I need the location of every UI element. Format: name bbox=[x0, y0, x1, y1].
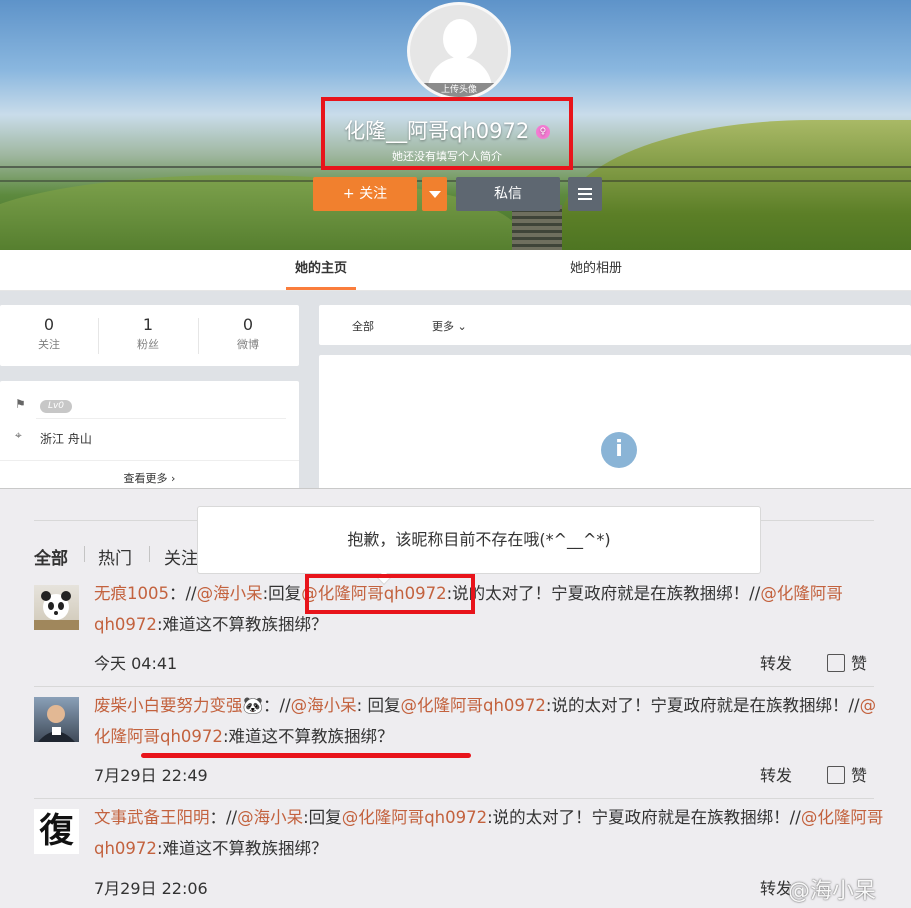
stat-label: 粉丝 bbox=[137, 338, 159, 351]
comment-segment: :回复 bbox=[262, 584, 302, 603]
comment-segment: :说的太对了！宁夏政府就是在族教捆绑！// bbox=[487, 808, 801, 827]
upload-avatar-label[interactable]: 上传头像 bbox=[410, 83, 508, 97]
mention-underline bbox=[141, 753, 471, 758]
cover-stairs bbox=[512, 205, 562, 250]
bookmark-icon: ⚑ bbox=[15, 397, 26, 411]
like-label: 赞 bbox=[851, 654, 868, 673]
calligraphy-avatar-icon: 復 bbox=[39, 811, 74, 851]
comment-username[interactable]: 文事武备王阳明 bbox=[94, 808, 210, 827]
stat-fans[interactable]: 1 粉丝 bbox=[99, 315, 197, 352]
info-icon: i bbox=[601, 432, 637, 468]
avatar[interactable] bbox=[34, 585, 79, 630]
comment-segment: ：// bbox=[169, 584, 197, 603]
mention-link[interactable]: @海小呆 bbox=[237, 808, 303, 827]
comment-username[interactable]: 无痕1005 bbox=[94, 584, 169, 603]
feed-filter-bar: 全部 更多 ⌄ bbox=[319, 305, 911, 345]
comment-segment: :说的太对了！宁夏政府就是在族教捆绑！// bbox=[446, 584, 761, 603]
forward-button[interactable]: 转发 bbox=[760, 762, 792, 786]
comment-tab-all[interactable]: 全部 bbox=[34, 544, 68, 569]
name-highlight-box: 化隆__阿哥qh0972 ♀ 她还没有填写个人简介 bbox=[321, 97, 573, 170]
stat-following[interactable]: 0 关注 bbox=[0, 315, 98, 352]
level-badge[interactable]: Lv0 bbox=[40, 400, 72, 413]
mention-link[interactable]: @化隆阿哥qh0972 bbox=[400, 696, 545, 715]
comment-text: 文事武备王阳明：//@海小呆:回复@化隆阿哥qh0972:说的太对了！宁夏政府就… bbox=[94, 802, 884, 864]
divider bbox=[84, 546, 85, 562]
follow-dropdown-button[interactable] bbox=[422, 177, 447, 211]
comment-time: 今天 04:41 bbox=[94, 654, 178, 673]
mention-highlight-box bbox=[305, 574, 475, 614]
cover-hill bbox=[560, 120, 911, 250]
filter-all[interactable]: 全部 bbox=[352, 318, 374, 334]
tab-album[interactable]: 她的相册 bbox=[560, 250, 632, 290]
comment-segment: ：// bbox=[209, 808, 238, 827]
comments-screenshot: 全部 热门 关注 抱歉，该昵称目前不存在哦(*^__^*) 无痕1005：//@… bbox=[0, 488, 911, 908]
profile-name: 化隆__阿哥qh0972 bbox=[344, 119, 530, 143]
profile-intro: 她还没有填写个人简介 bbox=[392, 150, 502, 163]
stat-number: 0 bbox=[242, 315, 254, 334]
follow-button[interactable]: + 关注 bbox=[313, 177, 417, 211]
comment-segment: :难道这不算教族捆绑？ bbox=[156, 839, 328, 858]
person-avatar-icon bbox=[38, 705, 75, 742]
filter-more-dropdown[interactable]: 更多 ⌄ bbox=[432, 318, 467, 334]
comment-tab-hot[interactable]: 热门 bbox=[98, 544, 132, 569]
comment-segment: :回复 bbox=[303, 808, 342, 827]
location-pin-icon: ⌖ bbox=[15, 428, 22, 442]
stat-posts[interactable]: 0 微博 bbox=[199, 315, 297, 352]
stat-number: 0 bbox=[43, 315, 55, 334]
divider bbox=[34, 798, 874, 799]
comment-time: 7月29日 22:06 bbox=[94, 879, 208, 898]
thumbs-up-icon bbox=[827, 654, 845, 672]
mention-link[interactable]: @化隆阿哥qh0972 bbox=[342, 808, 487, 827]
divider bbox=[36, 418, 286, 419]
message-button[interactable]: 私信 bbox=[456, 177, 560, 211]
watermark: @海小呆 bbox=[788, 879, 877, 904]
profile-name-line: 化隆__阿哥qh0972 ♀ bbox=[325, 115, 569, 145]
info-panel: ⚑ Lv0 ⌖ 浙江 舟山 查看更多 › bbox=[0, 381, 299, 491]
female-icon: ♀ bbox=[535, 125, 550, 139]
menu-icon[interactable] bbox=[568, 177, 602, 211]
like-button[interactable]: 赞 bbox=[827, 650, 867, 674]
stat-number: 1 bbox=[142, 315, 154, 334]
see-more-link[interactable]: 查看更多 › bbox=[0, 470, 299, 486]
stats-panel: 0 关注 1 粉丝 0 微博 bbox=[0, 305, 299, 366]
divider bbox=[34, 686, 874, 687]
tab-home[interactable]: 她的主页 bbox=[286, 250, 356, 290]
stat-label: 关注 bbox=[38, 338, 60, 351]
divider bbox=[0, 460, 299, 461]
avatar[interactable]: 復 bbox=[34, 809, 79, 854]
cover-image: 上传头像 化隆__阿哥qh0972 ♀ 她还没有填写个人简介 + 关注 私信 bbox=[0, 0, 911, 250]
mention-link[interactable]: @海小呆 bbox=[197, 584, 263, 603]
like-button[interactable]: 赞 bbox=[827, 762, 867, 786]
comment-segment: :说的太对了！宁夏政府就是在族教捆绑！// bbox=[545, 696, 860, 715]
thumbs-up-icon bbox=[827, 766, 845, 784]
comment-segment: :难道这不算教族捆绑？ bbox=[156, 615, 328, 634]
comment-segment: : 回复 bbox=[356, 696, 401, 715]
like-label: 赞 bbox=[851, 766, 868, 785]
comment-username[interactable]: 废柴小白要努力变强 bbox=[94, 696, 243, 715]
divider bbox=[149, 546, 150, 562]
panda-avatar-icon bbox=[34, 591, 79, 630]
feed-empty-panel: i bbox=[319, 355, 911, 495]
avatar[interactable]: 上传头像 bbox=[407, 2, 511, 100]
comment-segment: :难道这不算教族捆绑？ bbox=[222, 727, 394, 746]
profile-tabs: 她的主页 她的相册 bbox=[0, 250, 911, 291]
avatar-placeholder-head bbox=[443, 19, 477, 59]
comment-text: 无痕1005：//@海小呆:回复@化隆阿哥qh0972:说的太对了！宁夏政府就是… bbox=[94, 578, 884, 640]
stat-label: 微博 bbox=[237, 338, 259, 351]
comment-segment: 🐼：// bbox=[242, 696, 291, 715]
forward-button[interactable]: 转发 bbox=[760, 650, 792, 674]
weibo-profile-collage: 上传头像 化隆__阿哥qh0972 ♀ 她还没有填写个人简介 + 关注 私信 她… bbox=[0, 0, 911, 908]
comment-time: 7月29日 22:49 bbox=[94, 766, 208, 785]
error-toast: 抱歉，该昵称目前不存在哦(*^__^*) bbox=[197, 506, 761, 574]
comment-text: 废柴小白要努力变强🐼：//@海小呆: 回复@化隆阿哥qh0972:说的太对了！宁… bbox=[94, 690, 884, 752]
avatar[interactable] bbox=[34, 697, 79, 742]
comment-tab-following[interactable]: 关注 bbox=[164, 544, 198, 569]
location-text: 浙江 舟山 bbox=[40, 432, 92, 446]
mention-link[interactable]: @海小呆 bbox=[291, 696, 357, 715]
